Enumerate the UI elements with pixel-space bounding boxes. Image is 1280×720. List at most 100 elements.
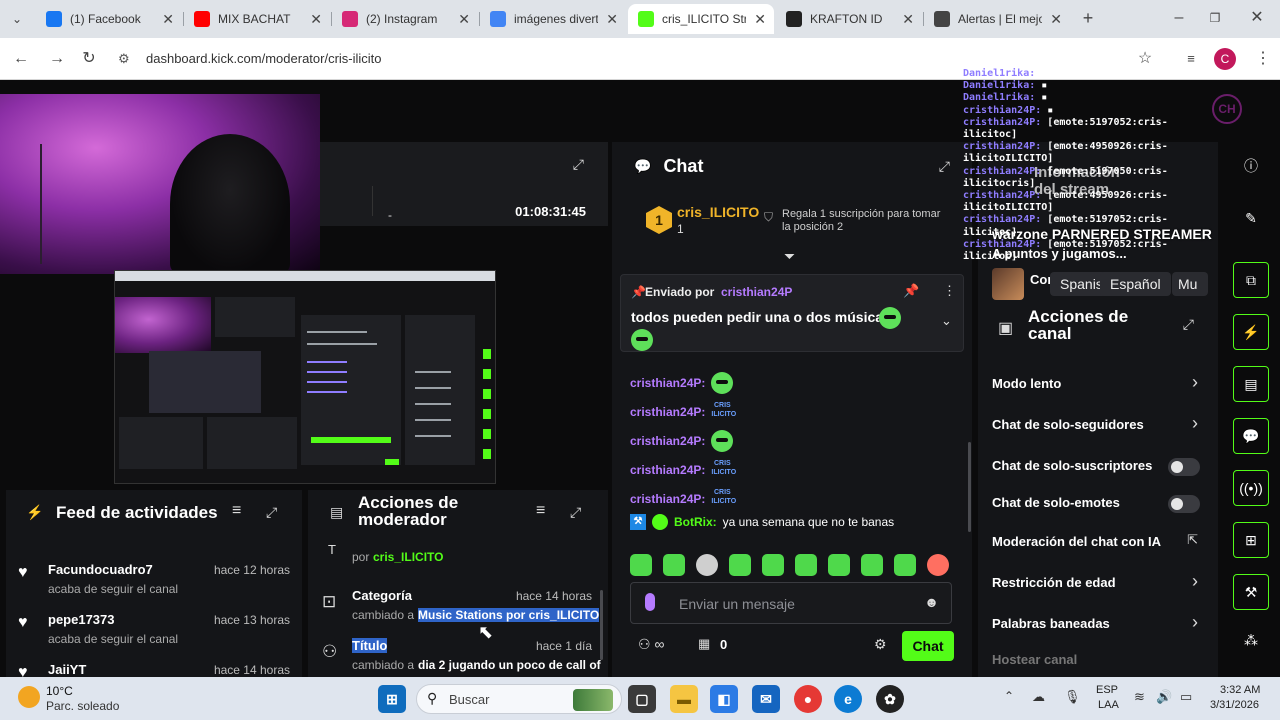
tab-close-icon[interactable]: ✕ [1050, 11, 1062, 28]
edit-pencil-icon[interactable]: ✎ [1239, 206, 1263, 230]
channel-action-item[interactable]: Chat de solo-seguidores › [978, 413, 1218, 437]
mod-filter-icon[interactable]: ≡ [536, 502, 545, 520]
toggle-switch[interactable] [1168, 495, 1200, 513]
expand-pinned-icon[interactable]: ⌄ [941, 313, 952, 329]
broadcast-button[interactable]: ((•)) [1233, 470, 1269, 506]
follower-name[interactable]: Facundocuadro7 [48, 562, 153, 577]
weather-temp[interactable]: 10°C [46, 684, 73, 698]
reload-button[interactable]: ↻ [78, 48, 100, 70]
bot-username[interactable]: BotRix: [674, 515, 717, 529]
input-language-layout[interactable]: LAA [1098, 699, 1119, 711]
chat-emote[interactable]: CRIS ILICITO [711, 401, 736, 423]
quick-emote[interactable] [861, 554, 883, 576]
weather-sun-icon[interactable] [18, 686, 40, 708]
windows-start-icon[interactable]: ⊞ [378, 685, 406, 713]
quick-emote[interactable] [663, 554, 685, 576]
chat-username[interactable]: cristhian24P: [630, 434, 705, 448]
channel-action-item[interactable]: Palabras baneadas › [978, 612, 1218, 636]
maximize-button[interactable]: ❐ [1204, 7, 1226, 29]
tab-close-icon[interactable]: ✕ [310, 11, 322, 28]
chevron-right-icon[interactable]: › [1192, 413, 1198, 434]
clip-button[interactable]: ⧉ [1233, 262, 1269, 298]
filter-icon[interactable]: ≡ [232, 502, 241, 520]
browser-tab[interactable]: (1) Facebook ✕ [36, 4, 182, 34]
pinned-sender[interactable]: cristhian24P [721, 285, 792, 299]
channel-action-item[interactable]: Restricción de edad › [978, 571, 1218, 595]
tab-close-icon[interactable]: ✕ [902, 11, 914, 28]
taskbar-search[interactable]: ⚲ Buscar [416, 684, 622, 714]
popout-icon[interactable]: ⤢ [573, 156, 584, 173]
show-hidden-icons[interactable]: ⌃ [1004, 689, 1014, 703]
toggle-switch[interactable] [1168, 458, 1200, 476]
top-supporter-name[interactable]: cris_ILICITO [677, 204, 759, 220]
quick-emote[interactable] [927, 554, 949, 576]
channel-action-item[interactable]: Hostear canal [978, 650, 1218, 672]
back-button[interactable]: ← [10, 48, 32, 70]
tab-close-icon[interactable]: ✕ [162, 11, 174, 28]
feed-popout-icon[interactable]: ⤢ [266, 504, 277, 521]
input-language[interactable]: ESP [1096, 684, 1118, 696]
quick-emote[interactable] [828, 554, 850, 576]
new-tab-button[interactable]: + [1077, 7, 1099, 29]
chat-popout-icon[interactable]: ⤢ [939, 158, 950, 175]
chrome-icon[interactable]: ● [794, 685, 822, 713]
browser-tab[interactable]: cris_ILICITO Stre ✕ [628, 4, 774, 34]
users-infinity-icon[interactable]: ⚇ ∞ [638, 636, 664, 653]
channel-action-item[interactable]: Chat de solo-emotes [978, 493, 1218, 515]
chat-emote[interactable]: CRIS ILICITO [711, 488, 736, 510]
meet-icon[interactable]: ☁ [1032, 689, 1045, 705]
clock-time[interactable]: 3:32 AM [1220, 684, 1260, 696]
browser-tab[interactable]: MIX BACHAT ✕ [184, 4, 330, 34]
quick-emote[interactable] [894, 554, 916, 576]
tab-close-icon[interactable]: ✕ [606, 11, 618, 28]
microphone-icon[interactable] [645, 593, 655, 611]
follower-name[interactable]: pepe17373 [48, 612, 115, 627]
chat-mode-button[interactable]: 💬 [1233, 418, 1269, 454]
external-link-icon[interactable]: ⇱ [1187, 532, 1198, 548]
emoji-picker-icon[interactable]: ☻ [924, 594, 939, 610]
browser-tab[interactable]: imágenes divert ✕ [480, 4, 626, 34]
quick-emote[interactable] [762, 554, 784, 576]
quick-emote[interactable] [696, 554, 718, 576]
browser-tab[interactable]: Alertas | El mejo ✕ [924, 4, 1070, 34]
site-settings-icon[interactable]: ⚙ [118, 44, 130, 74]
send-chat-button[interactable]: Chat [902, 631, 954, 661]
mod-scrollbar[interactable] [600, 590, 603, 660]
unpin-icon[interactable]: 📌 [903, 283, 919, 299]
close-window-button[interactable]: ✕ [1246, 7, 1268, 29]
channel-actions-popout-icon[interactable]: ⤢ [1183, 316, 1194, 333]
chat-emote[interactable] [711, 430, 734, 452]
channel-action-item[interactable]: Modo lento › [978, 372, 1218, 396]
notes-button[interactable]: ▤ [1233, 366, 1269, 402]
chat-settings-gear-icon[interactable]: ⚙ [874, 636, 887, 653]
chat-emote[interactable] [711, 372, 734, 394]
outlook-icon[interactable]: ✉ [752, 685, 780, 713]
chevron-right-icon[interactable]: › [1192, 612, 1198, 633]
mod-popout-icon[interactable]: ⤢ [570, 504, 581, 521]
quick-emote[interactable] [795, 554, 817, 576]
follower-name[interactable]: JaiiYT [48, 662, 86, 677]
profile-avatar[interactable]: C [1214, 48, 1236, 70]
minimize-button[interactable]: – [1168, 7, 1190, 29]
info-icon[interactable]: ⓘ [1239, 154, 1263, 178]
wifi-icon[interactable]: ≋ [1134, 689, 1145, 705]
edge-icon[interactable]: e [834, 685, 862, 713]
chat-scrollbar[interactable] [968, 442, 971, 532]
volume-icon[interactable]: 🔊 [1156, 689, 1172, 705]
chat-username[interactable]: cristhian24P: [630, 492, 705, 506]
forward-button[interactable]: → [46, 48, 68, 70]
mod-by-user[interactable]: cris_ILICITO [373, 550, 443, 564]
more-options-icon[interactable]: ⁂ [1239, 628, 1263, 652]
bookmark-star-icon[interactable]: ☆ [1134, 48, 1156, 70]
chevron-right-icon[interactable]: › [1192, 372, 1198, 393]
task-view-icon[interactable]: ▢ [628, 685, 656, 713]
pinned-menu-icon[interactable]: ⋮ [943, 283, 956, 299]
browser-menu-icon[interactable]: ⋮ [1252, 48, 1274, 70]
file-explorer-icon[interactable]: ▬ [670, 685, 698, 713]
quick-emote[interactable] [630, 554, 652, 576]
chat-username[interactable]: cristhian24P: [630, 376, 705, 390]
chat-username[interactable]: cristhian24P: [630, 463, 705, 477]
channel-action-item[interactable]: Chat de solo-suscriptores [978, 456, 1218, 478]
chat-emote[interactable]: CRIS ILICITO [711, 459, 736, 481]
quick-emote[interactable] [729, 554, 751, 576]
